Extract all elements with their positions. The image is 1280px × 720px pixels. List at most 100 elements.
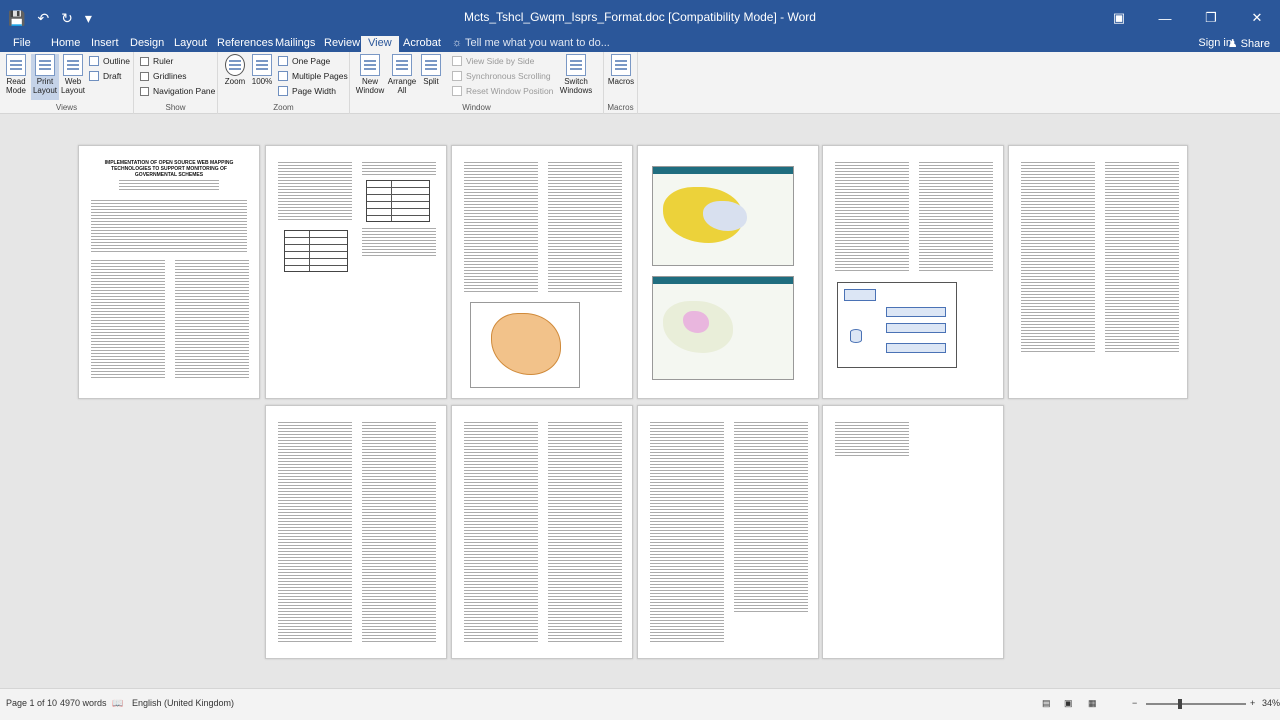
document-area[interactable]: IMPLEMENTATION OF OPEN SOURCE WEB MAPPIN… (0, 114, 1280, 688)
word-count[interactable]: 4970 words (60, 698, 107, 708)
zoom-slider[interactable] (1146, 699, 1246, 709)
outline-button[interactable]: Outline (89, 56, 130, 66)
person-icon: ♟ (1227, 38, 1241, 50)
minimize-icon[interactable]: — (1142, 0, 1188, 36)
multiple-pages-icon (278, 71, 288, 81)
tab-insert[interactable]: Insert (84, 36, 126, 52)
tab-home[interactable]: Home (44, 36, 87, 52)
zoom-button[interactable]: Zoom (222, 54, 248, 86)
web-layout-button[interactable]: Web Layout (60, 54, 86, 95)
new-window-button[interactable]: New Window (354, 54, 386, 95)
draft-button[interactable]: Draft (89, 71, 121, 81)
navigation-pane-checkbox-box (140, 86, 149, 96)
read-mode-view-icon[interactable]: ▤ (1042, 698, 1051, 709)
restore-icon[interactable]: ❐ (1188, 0, 1234, 36)
switch-windows-icon (566, 54, 586, 76)
title-bar: 💾 ↶ ↻ ▾ Mcts_Tshcl_Gwqm_Isprs_Format.doc… (0, 0, 1280, 36)
tell-me-search[interactable]: ☼ Tell me what you want to do... (452, 37, 610, 49)
share-label: Share (1240, 38, 1270, 50)
tab-layout[interactable]: Layout (167, 36, 214, 52)
close-icon[interactable]: ✕ (1234, 0, 1280, 36)
arrange-all-label: Arrange All (387, 77, 417, 95)
print-layout-view-icon[interactable]: ▣ (1064, 698, 1073, 709)
diagram-box (886, 343, 946, 353)
table (284, 230, 348, 272)
figure-web-map (652, 166, 794, 266)
zoom-label: Zoom (224, 77, 246, 86)
view-side-by-side-button[interactable]: View Side by Side (452, 56, 534, 66)
switch-windows-label: Switch Windows (559, 77, 593, 95)
navigation-pane-checkbox[interactable]: Navigation Pane (140, 86, 215, 96)
tab-view[interactable]: View (361, 36, 399, 52)
reset-window-position-button[interactable]: Reset Window Position (452, 86, 553, 96)
ribbon-display-icon[interactable]: ▣ (1096, 0, 1142, 36)
proofing-icon[interactable]: 📖 (112, 698, 123, 709)
draft-label: Draft (103, 71, 122, 81)
page-5[interactable] (822, 145, 1004, 399)
diagram-box (886, 307, 946, 317)
macros-group: Macros Macros (604, 52, 638, 114)
zoom-level[interactable]: 34% (1262, 698, 1280, 708)
page-7[interactable] (265, 405, 447, 659)
print-layout-button[interactable]: Print Layout (31, 54, 59, 100)
zoom-group: Zoom 100% One Page Multiple Pages Page W… (218, 52, 350, 114)
page-6[interactable] (1008, 145, 1188, 399)
page-2[interactable] (265, 145, 447, 399)
one-page-icon (278, 56, 288, 66)
ruler-checkbox[interactable]: Ruler (140, 56, 173, 66)
page-width-button[interactable]: Page Width (278, 86, 336, 96)
show-group: Ruler Gridlines Navigation Pane Show (134, 52, 218, 114)
multiple-pages-button[interactable]: Multiple Pages (278, 71, 348, 81)
column-left-text (1021, 162, 1095, 352)
new-window-icon (360, 54, 380, 76)
page-count[interactable]: Page 1 of 10 (6, 698, 57, 708)
page-8[interactable] (451, 405, 633, 659)
references-text (734, 422, 808, 612)
column-right-text (548, 422, 622, 642)
read-mode-button[interactable]: Read Mode (2, 54, 30, 95)
map-region (491, 313, 561, 375)
figure-architecture (837, 282, 957, 368)
switch-windows-button[interactable]: Switch Windows (554, 54, 598, 95)
page-width-icon (278, 86, 288, 96)
column-left-text (278, 422, 352, 642)
author-lines (119, 180, 219, 190)
page-4[interactable] (637, 145, 819, 399)
column-left-text (650, 422, 724, 642)
split-button[interactable]: Split (419, 54, 443, 86)
tab-mailings[interactable]: Mailings (268, 36, 322, 52)
ruler-label: Ruler (153, 56, 174, 66)
synchronous-scrolling-button[interactable]: Synchronous Scrolling (452, 71, 551, 81)
arrange-all-button[interactable]: Arrange All (387, 54, 417, 95)
one-page-button[interactable]: One Page (278, 56, 330, 66)
tab-design[interactable]: Design (123, 36, 171, 52)
zoom-100-icon (252, 54, 272, 76)
zoom-in-icon[interactable]: + (1250, 698, 1255, 708)
zoom-slider-thumb[interactable] (1178, 699, 1182, 709)
document-title: Mcts_Tshcl_Gwqm_Isprs_Format.doc [Compat… (464, 10, 816, 24)
magnifier-icon (225, 54, 245, 76)
read-mode-label: Read Mode (5, 77, 26, 95)
tab-file[interactable]: File (6, 36, 38, 52)
language-indicator[interactable]: English (United Kingdom) (132, 698, 234, 708)
tab-review[interactable]: Review (317, 36, 367, 52)
tab-acrobat[interactable]: Acrobat (396, 36, 448, 52)
views-group-label: Views (55, 103, 78, 112)
page-10[interactable] (822, 405, 1004, 659)
page-3[interactable] (451, 145, 633, 399)
share-button[interactable]: ♟ Share (1228, 37, 1270, 50)
status-bar: Page 1 of 10 4970 words 📖 English (Unite… (0, 688, 1280, 720)
print-layout-label: Print Layout (32, 77, 58, 95)
zoom-out-icon[interactable]: − (1132, 698, 1137, 708)
macros-button[interactable]: Macros (607, 54, 635, 86)
zoom-group-label: Zoom (273, 103, 294, 112)
page-1[interactable]: IMPLEMENTATION OF OPEN SOURCE WEB MAPPIN… (78, 145, 260, 399)
multiple-pages-label: Multiple Pages (292, 71, 348, 81)
zoom-100-button[interactable]: 100% (250, 54, 274, 86)
draft-icon (89, 71, 99, 81)
gridlines-checkbox[interactable]: Gridlines (140, 71, 187, 81)
map-region (683, 311, 709, 333)
web-layout-view-icon[interactable]: ▦ (1088, 698, 1097, 709)
ribbon: Read Mode Print Layout Web Layout Outlin… (0, 52, 1280, 114)
page-9[interactable] (637, 405, 819, 659)
